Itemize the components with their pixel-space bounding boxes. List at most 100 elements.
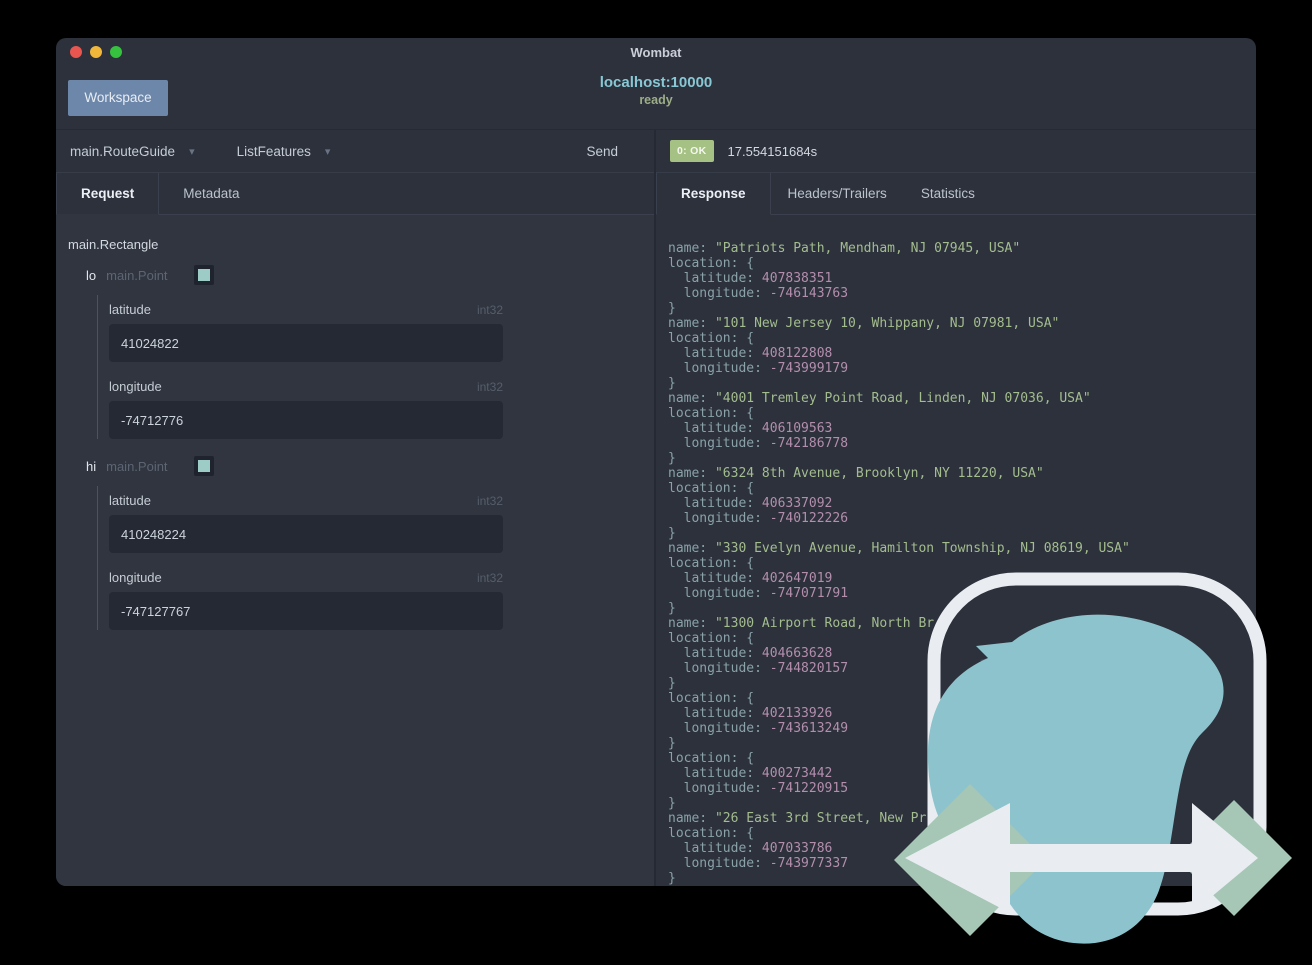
status-badge: 0: OK — [670, 140, 714, 162]
hi-longitude-field: longitude int32 — [109, 570, 503, 630]
response-line: longitude: -743977337 — [668, 856, 849, 871]
response-line: } — [668, 736, 676, 751]
response-line: longitude: -743999179 — [668, 361, 849, 376]
app-window: Wombat Workspace localhost:10000 ready m… — [56, 38, 1256, 886]
send-button[interactable]: Send — [586, 144, 618, 159]
chevron-down-icon: ▾ — [189, 145, 195, 158]
longitude-type: int32 — [476, 380, 503, 394]
response-panel: 0: OK 17.554151684s Response Headers/Tra… — [656, 130, 1256, 886]
lo-point-group: latitude int32 longitude int32 — [97, 295, 503, 439]
response-line: location: { — [668, 556, 755, 571]
response-line: location: { — [668, 256, 755, 271]
request-panel: main.RouteGuide ▾ ListFeatures ▾ Send Re… — [56, 130, 656, 886]
response-line: latitude: 406109563 — [668, 421, 833, 436]
server-address: localhost:10000 — [599, 74, 713, 91]
response-line: location: { — [668, 826, 755, 841]
response-line: } — [668, 376, 676, 391]
response-line: } — [668, 526, 676, 541]
header: Workspace localhost:10000 ready — [56, 66, 1256, 130]
latitude-type: int32 — [476, 494, 503, 508]
response-line: longitude: -741220915 — [668, 781, 849, 796]
response-line: longitude: -744820157 — [668, 661, 849, 676]
hi-point-group: latitude int32 longitude int32 — [97, 486, 503, 630]
longitude-label: longitude — [109, 379, 162, 394]
tab-request[interactable]: Request — [56, 173, 160, 215]
response-line: location: { — [668, 631, 755, 646]
response-line: name: "Patriots Path, Mendham, NJ 07945,… — [668, 241, 1021, 256]
lo-enabled-checkbox[interactable] — [193, 265, 214, 285]
main-split: main.RouteGuide ▾ ListFeatures ▾ Send Re… — [56, 130, 1256, 886]
titlebar: Wombat — [56, 38, 1256, 66]
response-line: latitude: 406337092 — [668, 496, 833, 511]
request-form: main.Rectangle lo main.Point latitude in… — [56, 215, 654, 886]
response-line: latitude: 402647019 — [668, 571, 833, 586]
response-line: } — [668, 796, 676, 811]
hi-field-row: hi main.Point — [86, 456, 642, 476]
response-line: } — [668, 871, 676, 886]
hi-longitude-input[interactable] — [109, 592, 503, 630]
request-toolbar: main.RouteGuide ▾ ListFeatures ▾ Send — [56, 130, 654, 173]
response-line: name: "101 New Jersey 10, Whippany, NJ 0… — [668, 316, 1060, 331]
response-tabs: Response Headers/Trailers Statistics — [656, 173, 1256, 215]
duration-label: 17.554151684s — [727, 143, 818, 159]
server-info: localhost:10000 ready — [56, 74, 1256, 107]
method-dropdown[interactable]: ListFeatures ▾ — [237, 144, 331, 159]
response-line: location: { — [668, 331, 755, 346]
response-line: longitude: -743613249 — [668, 721, 849, 736]
response-line: latitude: 404663628 — [668, 646, 833, 661]
response-line: latitude: 408122808 — [668, 346, 833, 361]
response-line: location: { — [668, 751, 755, 766]
response-line: name: "330 Evelyn Avenue, Hamilton Towns… — [668, 541, 1130, 556]
longitude-type: int32 — [476, 571, 503, 585]
response-line: location: { — [668, 406, 755, 421]
lo-field-name: lo — [86, 267, 97, 283]
response-line: name: "1300 Airport Road, North Br — [668, 616, 935, 631]
chevron-down-icon: ▾ — [324, 145, 331, 158]
response-line: name: "6324 8th Avenue, Brooklyn, NY 112… — [668, 466, 1044, 481]
response-line: latitude: 402133926 — [668, 706, 833, 721]
latitude-label: latitude — [109, 493, 151, 508]
response-output[interactable]: name: "Patriots Path, Mendham, NJ 07945,… — [656, 215, 1256, 886]
lo-field-row: lo main.Point — [86, 265, 642, 285]
lo-latitude-input[interactable] — [109, 324, 503, 362]
hi-latitude-input[interactable] — [109, 515, 503, 553]
message-type-label: main.Rectangle — [68, 237, 159, 252]
longitude-label: longitude — [109, 570, 162, 585]
tab-response[interactable]: Response — [656, 173, 771, 215]
lo-longitude-input[interactable] — [109, 401, 503, 439]
service-dropdown-label: main.RouteGuide — [70, 143, 176, 159]
tab-metadata[interactable]: Metadata — [159, 173, 264, 215]
hi-field-type: main.Point — [106, 458, 168, 474]
latitude-type: int32 — [476, 303, 503, 317]
response-line: } — [668, 451, 676, 466]
response-line: longitude: -747071791 — [668, 586, 849, 601]
response-line: latitude: 407033786 — [668, 841, 833, 856]
response-line: name: "4001 Tremley Point Road, Linden, … — [668, 391, 1091, 406]
response-line: longitude: -740122226 — [668, 511, 849, 526]
hi-latitude-field: latitude int32 — [109, 493, 503, 553]
server-status: ready — [639, 93, 673, 107]
response-line: latitude: 400273442 — [668, 766, 833, 781]
response-line: name: "26 East 3rd Street, New Pr — [668, 811, 927, 826]
response-line: location: { — [668, 481, 755, 496]
response-line: latitude: 407838351 — [668, 271, 833, 286]
response-line: longitude: -742186778 — [668, 436, 849, 451]
tab-statistics[interactable]: Statistics — [903, 173, 992, 215]
window-title: Wombat — [630, 44, 682, 60]
response-line: longitude: -746143763 — [668, 286, 849, 301]
tabs-filler — [263, 173, 654, 215]
service-dropdown[interactable]: main.RouteGuide ▾ — [70, 144, 195, 159]
latitude-label: latitude — [109, 302, 151, 317]
tab-headers-trailers[interactable]: Headers/Trailers — [770, 173, 904, 215]
response-line: } — [668, 301, 676, 316]
lo-longitude-field: longitude int32 — [109, 379, 503, 439]
checkbox-check-icon — [197, 460, 210, 472]
hi-field-name: hi — [86, 458, 97, 474]
hi-enabled-checkbox[interactable] — [193, 456, 214, 476]
lo-latitude-field: latitude int32 — [109, 302, 503, 362]
workspace-button[interactable]: Workspace — [68, 79, 168, 116]
tabs-filler — [991, 173, 1256, 215]
checkbox-check-icon — [197, 269, 210, 281]
response-line: } — [668, 676, 676, 691]
lo-field-type: main.Point — [106, 267, 168, 283]
